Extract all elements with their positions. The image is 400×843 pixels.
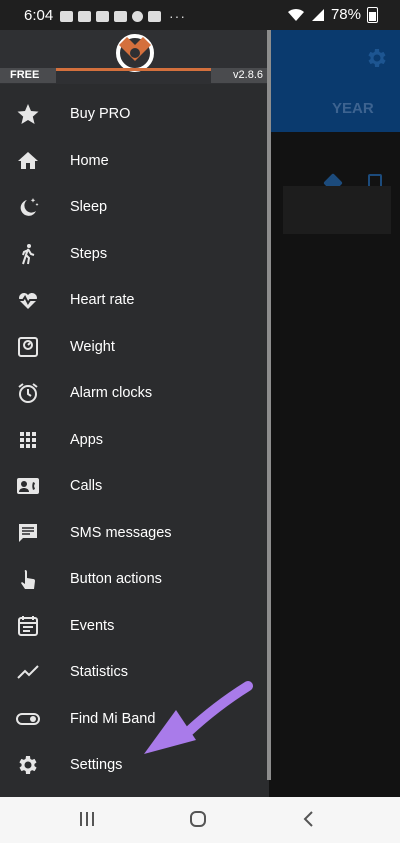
sleep-icon bbox=[16, 195, 40, 219]
drawer-header: FREE v2.8.6 bbox=[0, 30, 269, 84]
version-label: v2.8.6 bbox=[211, 68, 269, 83]
alarm-icon bbox=[16, 381, 40, 405]
menu-item-label: Button actions bbox=[70, 571, 162, 587]
star-icon bbox=[16, 102, 40, 126]
menu-item-label: Alarm clocks bbox=[70, 385, 153, 401]
signal-icon bbox=[311, 8, 324, 21]
menu-item-label: Apps bbox=[70, 431, 104, 448]
header-accent-line bbox=[56, 68, 211, 71]
event-icon bbox=[16, 614, 40, 638]
youtube-notification-icon bbox=[114, 10, 127, 22]
home-icon bbox=[16, 149, 40, 173]
menu-item-label: Statistics bbox=[70, 664, 129, 680]
menu-item-label: Calls bbox=[70, 478, 103, 494]
menu-item-label: Steps bbox=[70, 245, 108, 262]
touch-icon bbox=[16, 567, 40, 591]
menu-item-apps[interactable]: Apps bbox=[0, 417, 269, 464]
message-notification-icon bbox=[60, 10, 73, 22]
menu-item-label: Settings bbox=[70, 757, 123, 773]
status-right: 78% bbox=[287, 6, 378, 23]
menu-item-heart-rate[interactable]: Heart rate bbox=[0, 277, 269, 324]
app-logo-icon bbox=[116, 34, 154, 72]
menu-item-label: Events bbox=[70, 617, 115, 634]
apps-grid-icon bbox=[16, 428, 40, 452]
youtube-notification-icon bbox=[96, 10, 109, 22]
menu-item-calls[interactable]: Calls bbox=[0, 463, 269, 510]
notification-icons: ··· bbox=[60, 8, 186, 24]
youtube-notification-icon bbox=[78, 10, 91, 22]
system-navigation-bar bbox=[0, 797, 400, 843]
menu-item-steps[interactable]: Steps bbox=[0, 231, 269, 278]
trending-icon bbox=[16, 660, 40, 684]
menu-item-button-actions[interactable]: Button actions bbox=[0, 556, 269, 603]
menu-item-sleep[interactable]: Sleep bbox=[0, 184, 269, 231]
menu-item-alarm-clocks[interactable]: Alarm clocks bbox=[0, 370, 269, 417]
menu-item-label: SMS messages bbox=[70, 524, 172, 541]
background-card bbox=[283, 186, 391, 234]
battery-percent: 78% bbox=[330, 6, 361, 23]
back-button-icon[interactable] bbox=[300, 810, 318, 828]
heart-rate-icon bbox=[16, 288, 40, 312]
menu-item-home[interactable]: Home bbox=[0, 138, 269, 185]
gear-icon[interactable] bbox=[364, 46, 388, 70]
menu-item-label: Buy PRO bbox=[70, 106, 131, 122]
message-icon bbox=[16, 521, 40, 545]
free-badge: FREE bbox=[0, 68, 56, 83]
app-notification-icon bbox=[132, 10, 143, 22]
battery-icon bbox=[367, 6, 378, 23]
walk-icon bbox=[16, 242, 40, 266]
wifi-icon bbox=[287, 8, 304, 21]
menu-item-label: Heart rate bbox=[70, 292, 135, 308]
home-button-icon[interactable] bbox=[189, 810, 207, 828]
drawer-scrollbar[interactable] bbox=[267, 30, 271, 780]
scale-icon bbox=[16, 335, 40, 359]
menu-item-label: Weight bbox=[70, 338, 115, 355]
status-time: 6:04 bbox=[24, 7, 54, 24]
battery-saver-notification-icon bbox=[148, 10, 161, 22]
more-notifications-icon: ··· bbox=[169, 8, 186, 24]
tab-year[interactable]: YEAR bbox=[332, 100, 374, 117]
toggle-icon bbox=[16, 707, 40, 731]
menu-item-label: Sleep bbox=[70, 199, 108, 215]
menu-item-buy-pro[interactable]: Buy PRO bbox=[0, 91, 269, 138]
menu-item-label: Home bbox=[70, 152, 109, 169]
menu-item-events[interactable]: Events bbox=[0, 603, 269, 650]
status-bar: 6:04 ··· 78% bbox=[0, 0, 400, 30]
menu-item-weight[interactable]: Weight bbox=[0, 324, 269, 371]
menu-item-sms-messages[interactable]: SMS messages bbox=[0, 510, 269, 557]
recent-apps-icon[interactable] bbox=[78, 810, 96, 828]
gear-icon bbox=[16, 753, 40, 777]
contact-card-icon bbox=[16, 474, 40, 498]
annotation-arrow-icon bbox=[144, 681, 253, 754]
